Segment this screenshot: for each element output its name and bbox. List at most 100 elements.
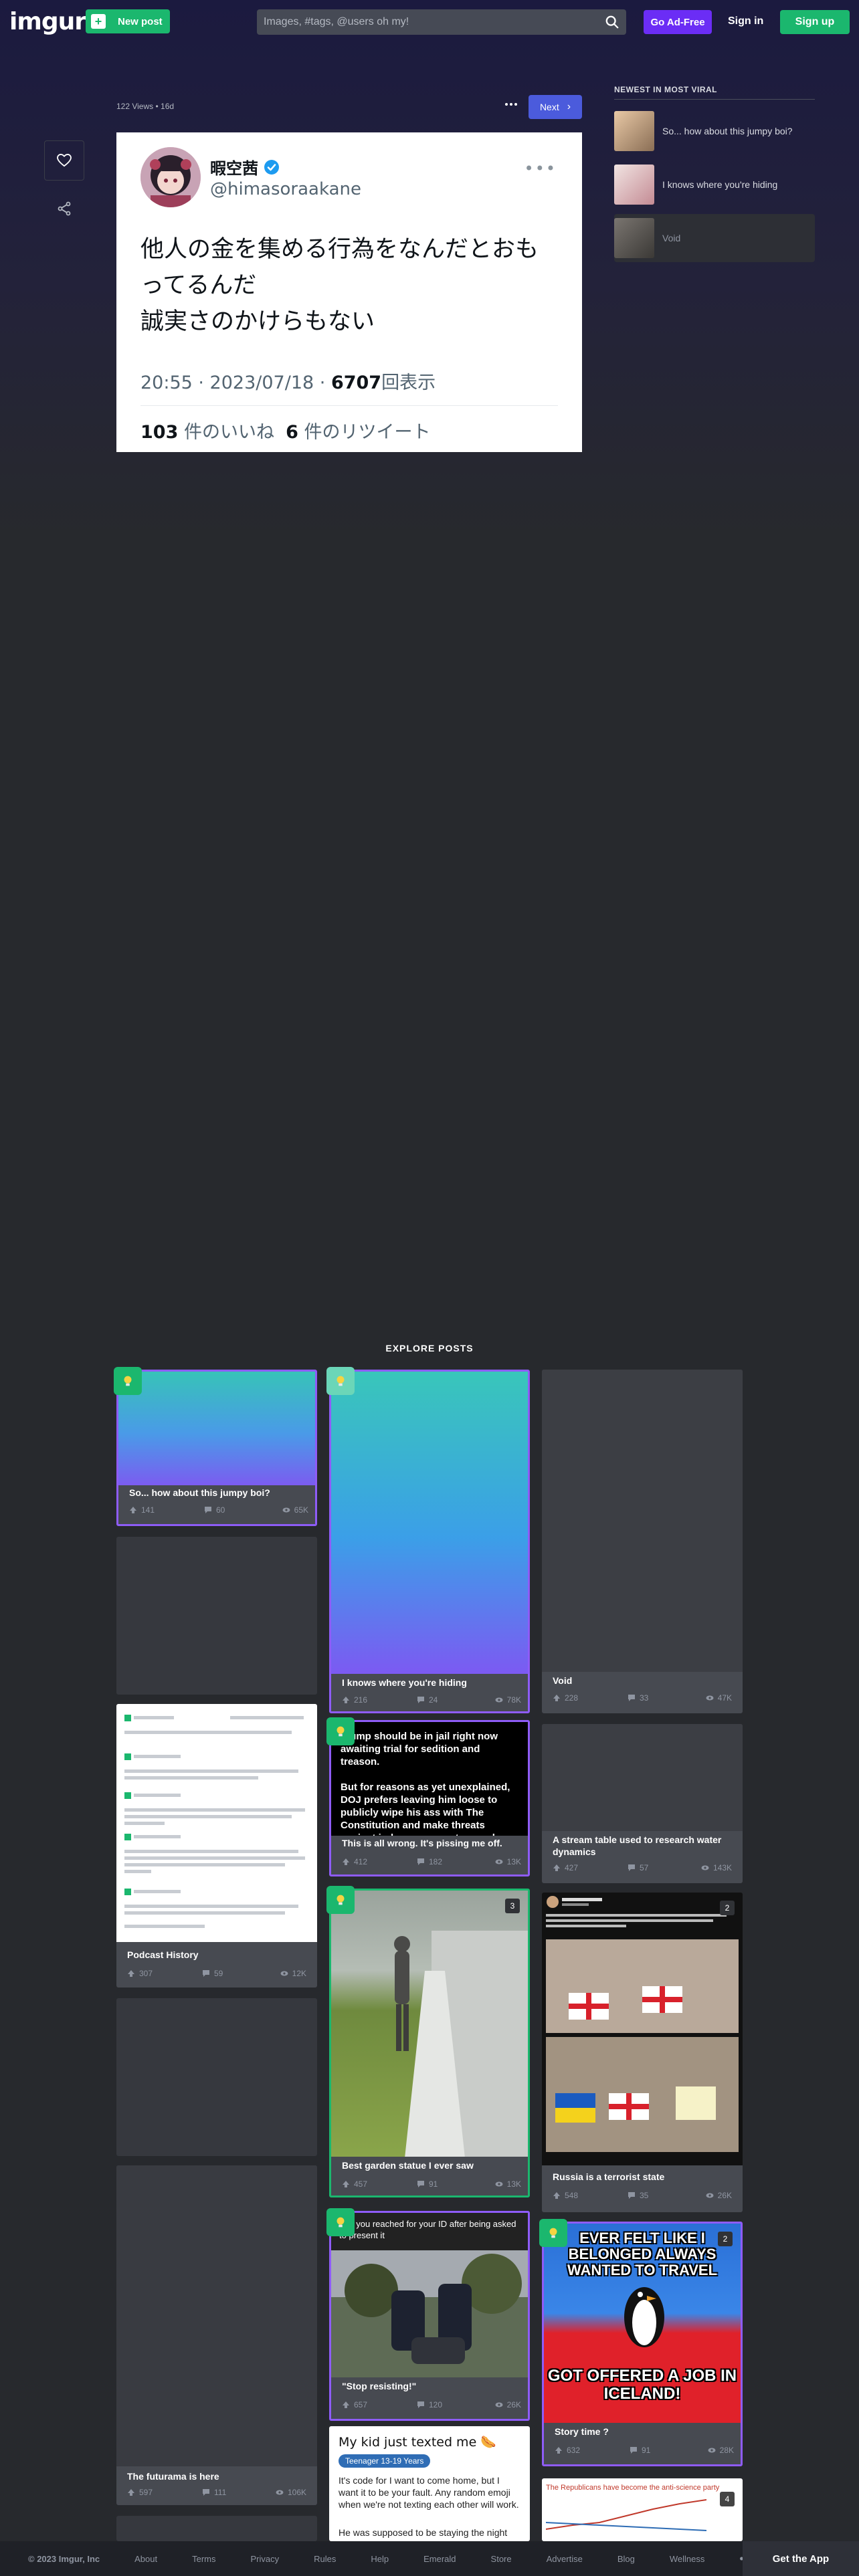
footer-link-blog[interactable]: Blog bbox=[617, 2554, 635, 2564]
get-the-app-button[interactable]: Get the App bbox=[743, 2541, 859, 2576]
post-card[interactable]: EVER FELT LIKE I BELONGED ALWAYS WANTED … bbox=[542, 2222, 743, 2466]
footer: © 2023 Imgur, Inc About Terms Privacy Ru… bbox=[0, 2541, 859, 2576]
sign-in-link[interactable]: Sign in bbox=[728, 15, 763, 27]
footer-link-emerald[interactable]: Emerald bbox=[423, 2554, 456, 2564]
post-card-title: This is all wrong. It's pissing me off. bbox=[342, 1838, 502, 1848]
post-card-title: "Stop resisting!" bbox=[342, 2381, 417, 2391]
russia-georgia-ukraine-photo bbox=[542, 1893, 743, 2165]
upvote-icon bbox=[343, 2401, 349, 2408]
footer-link-advertise[interactable]: Advertise bbox=[547, 2554, 583, 2564]
post-card-stats: 228 33 47K bbox=[553, 1693, 732, 1703]
post-thumbnail bbox=[331, 1891, 528, 2158]
viral-thumbnail bbox=[614, 111, 654, 151]
comment-icon bbox=[630, 2447, 637, 2454]
footer-link-rules[interactable]: Rules bbox=[314, 2554, 336, 2564]
post-text: It's code for I want to come home, but I… bbox=[339, 2475, 519, 2510]
favorite-button[interactable] bbox=[44, 140, 84, 181]
upvote-icon bbox=[343, 1858, 349, 1865]
post-card-title: Story time ? bbox=[555, 2426, 609, 2437]
upvote-icon bbox=[553, 2192, 560, 2199]
footer-link-wellness[interactable]: Wellness bbox=[670, 2554, 705, 2564]
post-thumbnail: EVER FELT LIKE I BELONGED ALWAYS WANTED … bbox=[544, 2224, 741, 2423]
comment-icon bbox=[205, 1507, 211, 1513]
post-card-title: Void bbox=[553, 1675, 573, 1686]
tweet-author-handle: @himasoraakane bbox=[210, 179, 361, 199]
go-ad-free-button[interactable]: Go Ad-Free bbox=[644, 10, 712, 34]
avatar bbox=[140, 147, 201, 207]
penguin-icon bbox=[624, 2287, 664, 2347]
post-card-stats: 457 91 13K bbox=[342, 2179, 521, 2189]
retweet-count: 6 bbox=[286, 422, 298, 443]
viral-item[interactable]: So... how about this jumpy boi? bbox=[614, 107, 815, 155]
comment-icon bbox=[417, 2401, 424, 2408]
post-card[interactable]: The futurama is here 597 111 106K bbox=[116, 2165, 317, 2505]
eye-icon bbox=[495, 2402, 503, 2407]
post-card-placeholder[interactable] bbox=[116, 2516, 317, 2541]
lightbulb-icon bbox=[326, 1367, 355, 1395]
chevron-right-icon: › bbox=[567, 101, 571, 112]
new-post-button[interactable]: + New post bbox=[86, 9, 170, 33]
post-card[interactable]: Podcast History 307 59 12K bbox=[116, 1704, 317, 1988]
copyright: © 2023 Imgur, Inc bbox=[28, 2553, 100, 2564]
upvote-icon bbox=[555, 2447, 562, 2454]
post-card[interactable]: Trump should be in jail right now awaiti… bbox=[329, 1720, 530, 1876]
post-card[interactable]: 3 Best garden statue I ever saw 457 91 1… bbox=[329, 1889, 530, 2197]
search-icon[interactable] bbox=[605, 15, 619, 29]
lightbulb-icon bbox=[326, 2208, 355, 2236]
upvote-icon bbox=[130, 1507, 136, 1513]
footer-link-privacy[interactable]: Privacy bbox=[251, 2554, 280, 2564]
viral-item-title: Void bbox=[662, 233, 681, 243]
post-card[interactable]: A stream table used to research water dy… bbox=[542, 1724, 743, 1883]
post-card-stats: 412 182 13K bbox=[342, 1857, 521, 1866]
next-post-button[interactable]: Next › bbox=[529, 95, 582, 119]
viral-item[interactable]: I knows where you're hiding bbox=[614, 160, 815, 209]
tweet-timestamp: 20:55 · 2023/07/18 · 6707回表示 bbox=[140, 372, 436, 393]
share-icon[interactable] bbox=[56, 201, 72, 217]
footer-link-terms[interactable]: Terms bbox=[192, 2554, 215, 2564]
sidebar-divider bbox=[614, 99, 815, 100]
viral-item-title: I knows where you're hiding bbox=[662, 179, 778, 190]
search-input[interactable] bbox=[257, 9, 591, 35]
podcast-history-screenshot bbox=[124, 1715, 305, 1928]
post-card-placeholder[interactable] bbox=[116, 1537, 317, 1695]
post-card[interactable]: I knows where you're hiding 216 24 78K bbox=[329, 1370, 530, 1713]
post-card-title: A stream table used to research water dy… bbox=[553, 1834, 722, 1857]
footer-link-help[interactable]: Help bbox=[371, 2554, 389, 2564]
upvote-icon bbox=[128, 1970, 134, 1977]
post-card[interactable]: Me: you reached for your ID after being … bbox=[329, 2211, 530, 2421]
post-card-placeholder[interactable] bbox=[116, 1998, 317, 2156]
eye-icon bbox=[495, 1859, 503, 1864]
new-post-label: New post bbox=[118, 15, 163, 27]
tweet-line: ってるんだ bbox=[140, 272, 257, 299]
comment-icon bbox=[628, 2192, 635, 2199]
imgur-logo[interactable]: imgur bbox=[9, 8, 86, 35]
viral-item[interactable]: Void bbox=[614, 214, 815, 262]
post-card[interactable]: My kid just texted me 🌭 Teenager 13-19 Y… bbox=[329, 2426, 530, 2541]
post-card-stats: 307 59 12K bbox=[127, 1969, 306, 1978]
post-card-title: Best garden statue I ever saw bbox=[342, 2160, 474, 2171]
post-thumbnail bbox=[542, 1370, 743, 1672]
post-card[interactable]: So... how about this jumpy boi? 141 60 6… bbox=[116, 1370, 317, 1526]
post-thumbnail bbox=[542, 1724, 743, 1831]
viral-thumbnail bbox=[614, 165, 654, 205]
tweet-body: 他人の金を集める行為をなんだとおも ってるんだ 誠実さのかけらもない bbox=[140, 231, 569, 340]
post-card[interactable]: The Republicans have become the anti-sci… bbox=[542, 2478, 743, 2541]
eye-icon bbox=[706, 2193, 714, 2198]
post-card-stats: 657 120 26K bbox=[342, 2400, 521, 2409]
sign-up-button[interactable]: Sign up bbox=[780, 10, 850, 34]
image-count-badge: 4 bbox=[720, 2492, 735, 2506]
comment-icon bbox=[417, 2181, 424, 2187]
tweet-screenshot[interactable]: 暇空茜 @himasoraakane ••• 他人の金を集める行為をなんだとおも… bbox=[116, 132, 582, 452]
footer-link-about[interactable]: About bbox=[134, 2554, 157, 2564]
like-count: 103 bbox=[140, 422, 179, 443]
comment-icon bbox=[417, 1697, 424, 1703]
post-card-title: Russia is a terrorist state bbox=[553, 2171, 665, 2182]
post-meta: 122 Views • 16d bbox=[116, 102, 175, 111]
footer-link-store[interactable]: Store bbox=[491, 2554, 512, 2564]
meme-bottom-text: GOT OFFERED A JOB IN ICELAND! bbox=[547, 2367, 737, 2403]
post-card-stats: 632 91 28K bbox=[555, 2446, 734, 2455]
meme-caption: Me: you reached for your ID after being … bbox=[331, 2213, 528, 2250]
post-card[interactable]: 2 Russia is a terrorist state 548 35 26K bbox=[542, 1893, 743, 2212]
post-card[interactable]: Void 228 33 47K bbox=[542, 1370, 743, 1713]
more-options-icon[interactable] bbox=[503, 98, 519, 111]
